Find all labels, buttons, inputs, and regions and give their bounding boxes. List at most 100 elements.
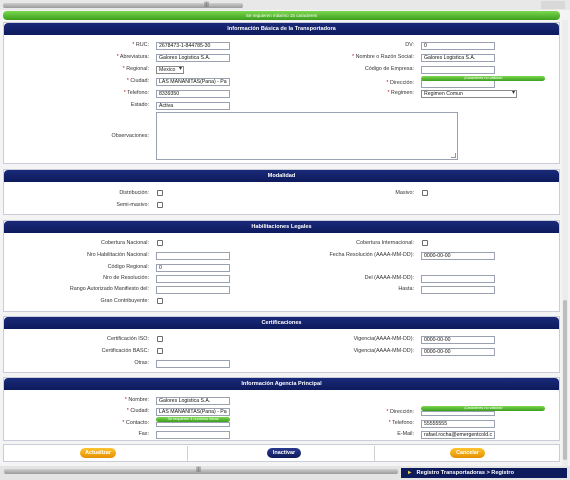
basc-checkbox[interactable] (157, 348, 163, 354)
national-license-field[interactable] (156, 252, 230, 260)
address-field[interactable] (421, 80, 495, 88)
basic-info-panel: Información Básica de la Transportadora … (3, 22, 560, 164)
resolution-number-label: Nro de Resolución: (103, 275, 149, 281)
action-bar: Actualizar Inactivar Cancelar (3, 444, 560, 462)
distribution-checkbox[interactable] (157, 190, 163, 196)
abbr-label: * Abreviatura: (116, 54, 149, 60)
vertical-scrollbar[interactable] (562, 20, 568, 466)
modality-panel: Modalidad Distribución: Masivo: Semi-mas… (3, 169, 560, 215)
resolution-number-field[interactable] (156, 275, 230, 283)
agency-contact-label: * Contacto: (122, 420, 149, 426)
other-cert-field[interactable] (156, 360, 230, 368)
notes-label: Observaciones: (111, 133, 149, 139)
breadcrumb-text: Registro Transportadoras > Registro (416, 470, 514, 476)
national-coverage-checkbox[interactable] (157, 240, 163, 246)
iso-checkbox[interactable] (157, 336, 163, 342)
agency-city-label: * Ciudad: (126, 408, 149, 414)
regional-label: * Regional: (122, 66, 149, 72)
national-license-label: Nro Habilitación Nacional: (86, 252, 149, 258)
company-code-field[interactable] (421, 66, 495, 74)
panel-title: Información Agencia Principal (4, 378, 559, 390)
dv-field[interactable]: 0 (421, 42, 495, 50)
international-coverage-checkbox[interactable] (422, 240, 428, 246)
big-taxpayer-checkbox[interactable] (157, 298, 163, 304)
agency-panel: Información Agencia Principal * Nombre: … (3, 377, 560, 441)
phone-field[interactable]: 8339350 (156, 90, 230, 98)
status-field[interactable]: Activa (156, 102, 230, 110)
agency-address-label: * Dirección: (386, 409, 414, 415)
national-coverage-label: Cobertura Nacional: (101, 240, 149, 246)
agency-phone-field[interactable]: 55555555 (421, 420, 495, 428)
basc-label: Certificación BASC: (101, 348, 149, 354)
certifications-panel: Certificaciones Certificación ISO: Vigen… (3, 316, 560, 373)
panel-title: Modalidad (4, 170, 559, 182)
grip-icon[interactable]: ⦀⦀ (204, 2, 218, 9)
regime-select[interactable]: Regimen Comun (421, 90, 517, 98)
notes-textarea[interactable] (156, 112, 458, 160)
phone-label: * Telefono: (123, 90, 149, 96)
scroll-corner (541, 1, 565, 9)
address-label: * Dirección: (386, 80, 414, 86)
iso-validity-field[interactable]: 0000-00-00 (421, 336, 495, 344)
big-taxpayer-label: Gran Contribuyente: (100, 298, 149, 304)
semi-massive-label: Semi-masivo: (116, 202, 149, 208)
agency-name-field[interactable]: Galores Logistica S.A. (156, 397, 230, 405)
inactivate-button[interactable]: Inactivar (267, 448, 301, 458)
from-date-field[interactable] (421, 275, 495, 283)
agency-email-label: E-Mail: (397, 431, 414, 437)
validation-notice: Se requieren máximo 15 caracteres (3, 11, 560, 20)
city-label: * Ciudad: (126, 78, 149, 84)
rut-field[interactable]: 2678473-1-844785-30 (156, 42, 230, 50)
rut-label: * RUC: (132, 42, 149, 48)
grip-icon[interactable]: ⦀⦀ (196, 467, 201, 475)
arrow-icon: ► (407, 470, 413, 476)
breadcrumb: ► Registro Transportadoras > Registro (401, 468, 567, 478)
iso-validity-label: Vigencia(AAAA-MM-DD): (353, 336, 414, 342)
from-date-label: Del (AAAA-MM-DD): (364, 275, 414, 281)
resolution-date-field[interactable]: 0000-00-00 (421, 252, 495, 260)
regional-code-label: Código Regional: (107, 264, 149, 270)
panel-title: Certificaciones (4, 317, 559, 329)
manifest-range-label: Rango Autorizado Manifiesto del: (69, 286, 149, 292)
agency-phone-label: * Telefono: (388, 420, 414, 426)
agency-email-field[interactable]: rafael.rocha@emergentcold.c (421, 431, 495, 439)
iso-label: Certificación ISO: (107, 336, 149, 342)
massive-checkbox[interactable] (422, 190, 428, 196)
bottom-horizontal-scrollbar[interactable] (4, 469, 398, 474)
agency-fax-label: Fax: (138, 431, 149, 437)
scroll-thumb[interactable] (563, 300, 567, 460)
basc-validity-label: Vigencia(AAAA-MM-DD): (353, 348, 414, 354)
regime-label: * Regimen: (387, 90, 414, 96)
basc-validity-field[interactable]: 0000-00-00 (421, 348, 495, 356)
resolution-date-label: Fecha Resolución (AAAA-MM-DD): (329, 252, 414, 258)
agency-fax-field[interactable] (156, 431, 230, 439)
agency-city-field[interactable]: LAS MAÑANITAS(Pana) - Pa (156, 408, 230, 416)
manifest-range-to-field[interactable] (421, 286, 495, 294)
regional-code-field[interactable]: 0 (156, 264, 230, 272)
company-name-field[interactable]: Galores Logistica S.A. (421, 54, 495, 62)
city-field[interactable]: LAS MAÑANITAS(Pana) - Pa (156, 78, 230, 86)
company-name-label: * Nombre o Razón Social: (351, 54, 414, 60)
agency-contact-field[interactable] (156, 422, 230, 427)
cancel-button[interactable]: Cancelar (450, 448, 485, 458)
divider (187, 446, 188, 461)
update-button[interactable]: Actualizar (80, 448, 116, 458)
regional-select[interactable]: Mexico (156, 66, 184, 74)
manifest-range-from-field[interactable] (156, 286, 230, 294)
address-invalid-notice: ¡Caracteres no válidos! (421, 76, 545, 81)
top-scroll-strip: ⦀⦀ (0, 0, 570, 10)
agency-address-field[interactable] (421, 411, 495, 416)
other-cert-label: Otras: (134, 360, 149, 366)
abbr-field[interactable]: Galores Logistica S.A. (156, 54, 230, 62)
international-coverage-label: Cobertura Internacional: (356, 240, 414, 246)
distribution-label: Distribución: (119, 190, 149, 196)
semi-massive-checkbox[interactable] (157, 202, 163, 208)
status-label: Estado: (130, 102, 149, 108)
divider (374, 446, 375, 461)
agency-name-label: * Nombre: (124, 397, 149, 403)
company-code-label: Código de Empresa: (364, 66, 414, 72)
legal-panel: Habilitaciones Legales Cobertura Naciona… (3, 220, 560, 312)
page-frame: ⦀⦀ Se requieren máximo 15 caracteres Inf… (0, 0, 570, 480)
massive-label: Masivo: (395, 190, 414, 196)
panel-title: Habilitaciones Legales (4, 221, 559, 233)
